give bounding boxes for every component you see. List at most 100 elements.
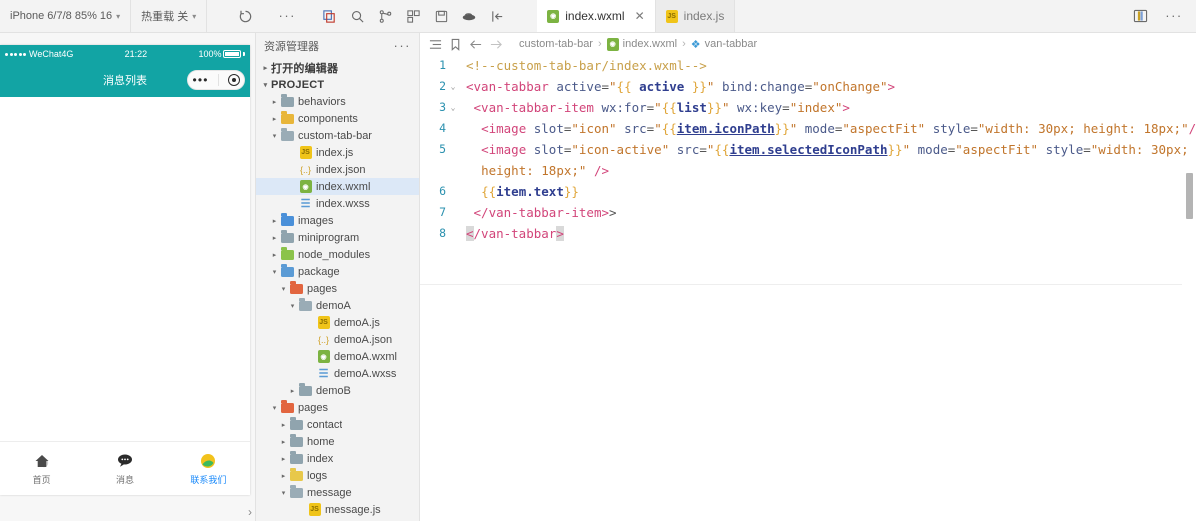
back-arrow-icon[interactable] xyxy=(468,37,483,52)
more-options-icon[interactable]: ··· xyxy=(273,3,301,29)
editor-tab-index-js[interactable]: JS index.js xyxy=(655,0,736,32)
tree-item[interactable]: {..} demoA.json xyxy=(256,331,419,348)
chevron-right-icon[interactable]: ▸ xyxy=(278,455,289,463)
clock-label: 21:22 xyxy=(124,49,148,59)
tree-item[interactable]: ☰ demoA.wxss xyxy=(256,365,419,382)
fold-toggle[interactable]: ⌄ xyxy=(446,97,460,118)
tree-item[interactable]: ▸ miniprogram xyxy=(256,229,419,246)
tree-item-label: home xyxy=(307,435,335,448)
forward-arrow-icon[interactable] xyxy=(488,37,503,52)
outline-icon[interactable] xyxy=(428,37,443,52)
tree-item[interactable]: ▸ contact xyxy=(256,416,419,433)
tree-section-0[interactable]: ▸ 打开的编辑器 xyxy=(256,59,419,76)
panel-toggle-icon[interactable] xyxy=(483,3,511,29)
tree-item[interactable]: ▸ behaviors xyxy=(256,93,419,110)
editor-overflow-icon[interactable]: ··· xyxy=(1160,3,1188,29)
js-file-icon: JS xyxy=(307,503,322,516)
code-editor-panel: custom-tab-bar › ◉ index.wxml › ❖ van-ta… xyxy=(420,33,1196,521)
main-body: WeChat4G 21:22 100% 消息列表 ••• 首页 消息 联系我们 … xyxy=(0,33,1196,521)
tree-item[interactable]: JS index.js xyxy=(256,144,419,161)
chevron-right-icon[interactable]: ▸ xyxy=(278,472,289,480)
scrollbar-thumb[interactable] xyxy=(1186,173,1193,219)
tree-item[interactable]: JS message.js xyxy=(256,501,419,518)
tree-item-label: images xyxy=(298,214,334,227)
close-icon[interactable]: ✕ xyxy=(635,9,645,23)
simulator-expand-arrow[interactable]: › xyxy=(248,505,252,519)
chevron-right-icon[interactable]: ▸ xyxy=(269,234,280,242)
git-branch-icon[interactable] xyxy=(371,3,399,29)
breadcrumb-item-symbol[interactable]: ❖ van-tabbar xyxy=(691,38,757,51)
tree-item[interactable]: ▸ demoB xyxy=(256,382,419,399)
breadcrumb-label: van-tabbar xyxy=(704,38,758,50)
chevron-down-icon[interactable]: ▾ xyxy=(278,285,289,293)
tree-item[interactable]: ▸ components xyxy=(256,110,419,127)
chevron-down-icon[interactable]: ▾ xyxy=(287,302,298,310)
search-icon[interactable] xyxy=(343,3,371,29)
editor-tab-label: index.js xyxy=(683,9,725,23)
tree-item[interactable]: ▾ package xyxy=(256,263,419,280)
tree-item[interactable]: ▾ custom-tab-bar xyxy=(256,127,419,144)
tree-item[interactable]: JS demoA.js xyxy=(256,314,419,331)
fold-toggle[interactable]: ⌄ xyxy=(446,76,460,97)
chevron-right-icon[interactable]: ▸ xyxy=(278,438,289,446)
tree-item[interactable]: ▸ images xyxy=(256,212,419,229)
explorer-tree[interactable]: ▸ 打开的编辑器 ▾ PROJECT ▸ behaviors ▸ components ▾ cus… xyxy=(256,59,419,521)
tree-item-label: index xyxy=(307,452,334,465)
tree-item[interactable]: ▸ index xyxy=(256,450,419,467)
refresh-icon[interactable] xyxy=(231,3,259,29)
tree-item-label: index.wxss xyxy=(316,197,370,210)
chevron-right-icon[interactable]: ▸ xyxy=(287,387,298,395)
breadcrumb-item-folder[interactable]: custom-tab-bar xyxy=(519,38,593,50)
tree-item[interactable]: ▾ demoA xyxy=(256,297,419,314)
tree-item[interactable]: ▾ pages xyxy=(256,399,419,416)
chevron-down-icon[interactable]: ▾ xyxy=(269,132,280,140)
symbol-icon: ❖ xyxy=(690,38,701,51)
device-selector[interactable]: iPhone 6/7/8 85% 16 ▾ xyxy=(0,0,132,32)
chevron-down-icon[interactable]: ▾ xyxy=(260,81,271,89)
editor-tab-index-wxml[interactable]: ◉ index.wxml ✕ xyxy=(537,0,656,32)
tree-item[interactable]: {..} index.json xyxy=(256,161,419,178)
code-area[interactable]: 1 <!--custom-tab-bar/index.wxml--> 2 ⌄ <… xyxy=(420,55,1196,521)
chevron-right-icon[interactable]: ▸ xyxy=(269,98,280,106)
tree-item-label: custom-tab-bar xyxy=(298,129,372,142)
phone-tab-home[interactable]: 首页 xyxy=(0,452,83,486)
phone-tab-message[interactable]: 消息 xyxy=(83,452,166,486)
bookmark-icon[interactable] xyxy=(448,37,463,52)
cloud-icon[interactable] xyxy=(455,3,483,29)
compile-icon[interactable] xyxy=(315,3,343,29)
tree-item[interactable]: ▾ message xyxy=(256,484,419,501)
explorer-more-icon[interactable]: ··· xyxy=(394,39,412,52)
tree-item[interactable]: ▾ pages xyxy=(256,280,419,297)
capsule-close-icon[interactable] xyxy=(227,74,240,86)
chevron-down-icon[interactable]: ▾ xyxy=(269,268,280,276)
capsule-menu-icon[interactable]: ••• xyxy=(192,74,208,86)
split-editor-icon[interactable] xyxy=(1126,3,1154,29)
tree-item[interactable]: ▸ home xyxy=(256,433,419,450)
phone-tab-contact[interactable]: 联系我们 xyxy=(167,452,250,486)
editor-scrollbar[interactable] xyxy=(1182,55,1196,521)
tree-item[interactable]: ◉ demoA.wxml xyxy=(256,348,419,365)
code-text: <image slot="icon" src="{{item.iconPath}… xyxy=(481,121,1196,136)
chevron-right-icon[interactable]: ▸ xyxy=(269,217,280,225)
phone-status-bar: WeChat4G 21:22 100% xyxy=(0,45,250,63)
chevron-right-icon[interactable]: ▸ xyxy=(260,64,271,72)
chevron-down-icon[interactable]: ▾ xyxy=(278,489,289,497)
line-number: 2 xyxy=(439,79,446,93)
chevron-right-icon[interactable]: ▸ xyxy=(278,421,289,429)
chevron-right-icon[interactable]: ▸ xyxy=(269,115,280,123)
breadcrumb-item-file[interactable]: ◉ index.wxml xyxy=(606,37,677,51)
extensions-icon[interactable] xyxy=(399,3,427,29)
js-file-icon: JS xyxy=(298,146,313,159)
tree-item[interactable]: ◉ index.wxml xyxy=(256,178,419,195)
tree-item[interactable]: ☰ index.wxss xyxy=(256,195,419,212)
tree-item[interactable]: ▸ logs xyxy=(256,467,419,484)
save-icon[interactable] xyxy=(427,3,455,29)
tree-section-1[interactable]: ▾ PROJECT xyxy=(256,76,419,93)
wechat-capsule-button[interactable]: ••• xyxy=(187,70,245,90)
chevron-down-icon[interactable]: ▾ xyxy=(269,404,280,412)
hot-reload-selector[interactable]: 热重载 关 ▾ xyxy=(131,0,208,32)
chevron-right-icon[interactable]: ▸ xyxy=(269,251,280,259)
tree-item[interactable]: ▸ node_modules xyxy=(256,246,419,263)
battery-indicator: 100% xyxy=(198,49,245,59)
folder-icon xyxy=(289,485,304,498)
